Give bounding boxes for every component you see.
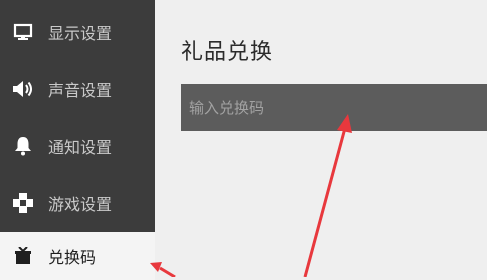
annotation-arrow-to-input [303, 114, 352, 277]
annotation-arrows [150, 114, 352, 277]
annotation-arrow-to-sidebar-item [150, 262, 176, 277]
